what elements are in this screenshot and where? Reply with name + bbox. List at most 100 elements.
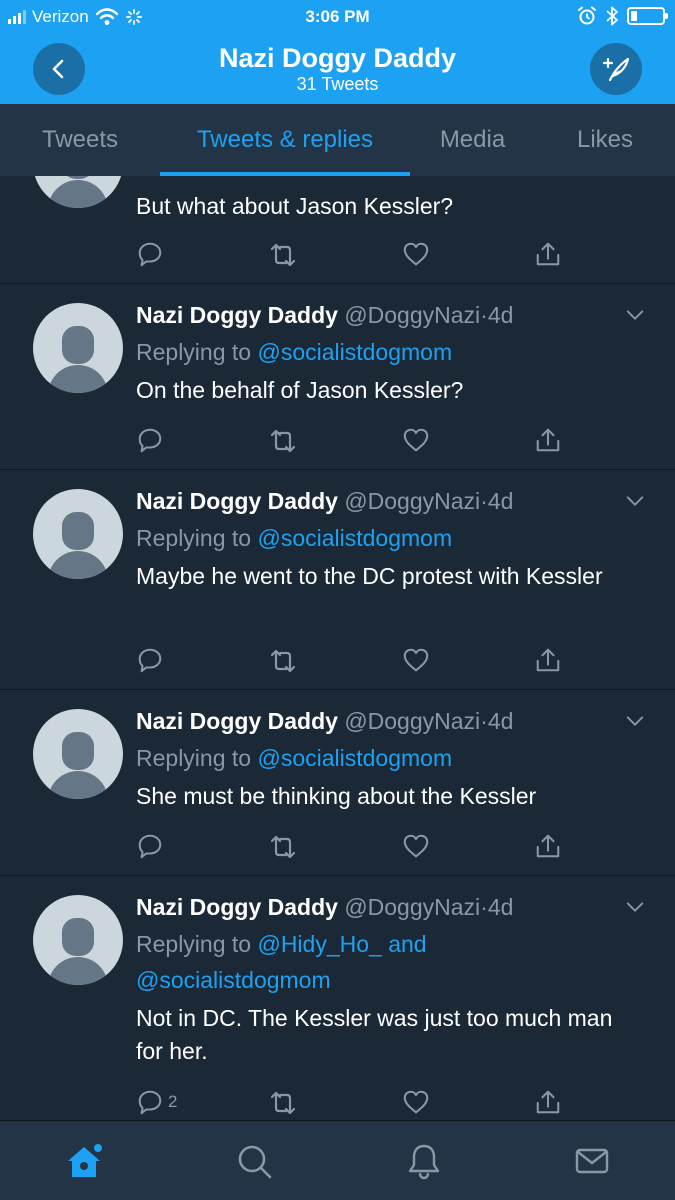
replying-to: Replying to @Hidy_Ho_ and @socialistdogm… [136, 926, 636, 998]
compose-tweet-icon [602, 57, 630, 82]
chevron-down-icon [624, 490, 646, 512]
share-icon [534, 240, 562, 268]
heart-icon [402, 240, 430, 268]
timestamp: 4d [487, 708, 514, 734]
page-title: Nazi Doggy Daddy [218, 43, 457, 73]
retweet-button[interactable] [268, 832, 298, 862]
mention-link[interactable]: @socialistdogmom [257, 525, 452, 551]
share-icon [534, 646, 562, 674]
tweet-header: Nazi Doggy Daddy @DoggyNazi·4d [136, 892, 513, 922]
like-button[interactable] [402, 1088, 430, 1116]
tweet-actions [136, 426, 596, 456]
avatar[interactable] [33, 489, 123, 579]
reply-icon [136, 1088, 164, 1116]
avatar[interactable] [33, 303, 123, 393]
heart-icon [402, 646, 430, 674]
status-time: 3:06 PM [305, 7, 370, 26]
replying-to: Replying to @socialistdogmom [136, 520, 636, 556]
mention-link[interactable]: @socialistdogmom [257, 745, 452, 771]
tweet-text: On the behalf of Jason Kessler? [136, 377, 464, 403]
avatar[interactable] [33, 176, 123, 208]
mention-link[interactable]: @Hidy_Ho_ [257, 931, 381, 957]
mention-link[interactable]: @socialistdogmom [257, 339, 452, 365]
tab-likes[interactable]: Likes [535, 104, 675, 176]
retweet-icon [268, 646, 298, 676]
tweet-menu-button[interactable] [624, 896, 646, 923]
bluetooth-icon [606, 6, 618, 26]
reply-button[interactable] [136, 240, 164, 268]
reply-button[interactable]: 2 [136, 1088, 177, 1116]
tweet-menu-button[interactable] [624, 304, 646, 331]
author-handle[interactable]: @DoggyNazi [344, 488, 480, 514]
nav-home[interactable] [62, 1139, 106, 1183]
tweet-item[interactable]: Nazi Doggy Daddy @DoggyNazi·4d Replying … [0, 876, 675, 1120]
author-name[interactable]: Nazi Doggy Daddy [136, 302, 338, 328]
tweet-actions [136, 240, 596, 270]
author-handle[interactable]: @DoggyNazi [344, 302, 480, 328]
heart-icon [402, 426, 430, 454]
author-handle[interactable]: @DoggyNazi [344, 708, 480, 734]
heart-icon [402, 1088, 430, 1116]
replying-to-label: Replying to [136, 745, 252, 771]
header-title-group: Nazi Doggy Daddy 31 Tweets [120, 42, 555, 94]
tweet-header: Nazi Doggy Daddy @DoggyNazi·4d [136, 706, 513, 736]
share-icon [534, 832, 562, 860]
share-button[interactable] [534, 426, 562, 454]
avatar[interactable] [33, 895, 123, 985]
bell-icon [408, 1144, 440, 1180]
share-button[interactable] [534, 646, 562, 674]
tweet-header: Nazi Doggy Daddy @DoggyNazi·4d [136, 486, 513, 516]
reply-icon [136, 832, 164, 860]
avatar[interactable] [33, 709, 123, 799]
author-name[interactable]: Nazi Doggy Daddy [136, 488, 338, 514]
share-button[interactable] [534, 832, 562, 860]
replying-to-label: Replying to [136, 525, 252, 551]
mention-link[interactable]: @socialistdogmom [136, 967, 331, 993]
tab-label: Media [439, 126, 506, 153]
nav-notifications[interactable] [402, 1139, 446, 1183]
retweet-button[interactable] [268, 426, 298, 456]
timestamp: 4d [487, 488, 514, 514]
reply-icon [136, 240, 164, 268]
like-button[interactable] [402, 426, 430, 454]
tweet-timeline[interactable]: But what about Jason Kessler? Nazi Doggy… [0, 176, 675, 1120]
tab-tweets[interactable]: Tweets [0, 104, 160, 176]
share-button[interactable] [534, 1088, 562, 1116]
compose-tweet-button[interactable] [590, 43, 642, 95]
tweet-item[interactable]: Nazi Doggy Daddy @DoggyNazi·4d Replying … [0, 470, 675, 690]
tab-tweets-and-replies[interactable]: Tweets & replies [160, 104, 410, 176]
tab-media[interactable]: Media [410, 104, 535, 176]
tweet-item[interactable]: Nazi Doggy Daddy @DoggyNazi·4d Replying … [0, 690, 675, 876]
author-name[interactable]: Nazi Doggy Daddy [136, 894, 338, 920]
nav-messages[interactable] [570, 1139, 614, 1183]
chevron-down-icon [624, 896, 646, 918]
back-arrow-icon [52, 59, 64, 79]
author-name[interactable]: Nazi Doggy Daddy [136, 708, 338, 734]
battery-level-fill [631, 11, 637, 21]
share-button[interactable] [534, 240, 562, 268]
retweet-icon [268, 240, 298, 270]
retweet-button[interactable] [268, 646, 298, 676]
tweet-text: Not in DC. The Kessler was just too much… [136, 1005, 613, 1064]
back-button[interactable] [33, 43, 85, 95]
nav-search[interactable] [232, 1139, 276, 1183]
reply-button[interactable] [136, 832, 164, 860]
tweet-item[interactable]: Nazi Doggy Daddy @DoggyNazi·4d Replying … [0, 284, 675, 470]
retweet-button[interactable] [268, 240, 298, 270]
reply-button[interactable] [136, 646, 164, 674]
separator-dot: · [480, 708, 488, 734]
tweet-actions [136, 646, 596, 676]
like-button[interactable] [402, 646, 430, 674]
like-button[interactable] [402, 832, 430, 860]
retweet-icon [268, 832, 298, 862]
author-handle[interactable]: @DoggyNazi [344, 894, 480, 920]
retweet-icon [268, 426, 298, 456]
tab-label: Tweets [41, 126, 119, 153]
tweet-item[interactable]: But what about Jason Kessler? [0, 176, 675, 284]
tweet-menu-button[interactable] [624, 490, 646, 517]
reply-button[interactable] [136, 426, 164, 454]
like-button[interactable] [402, 240, 430, 268]
retweet-button[interactable] [268, 1088, 298, 1118]
tweet-menu-button[interactable] [624, 710, 646, 737]
heart-icon [402, 832, 430, 860]
